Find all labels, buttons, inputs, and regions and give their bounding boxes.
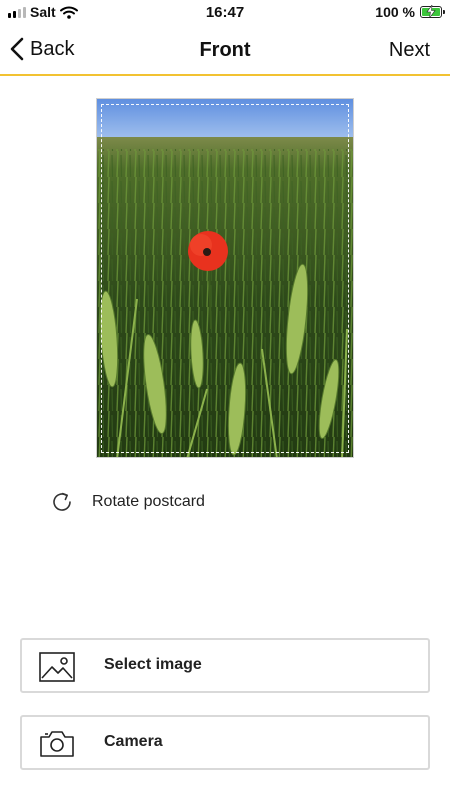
- select-image-button[interactable]: Select image: [20, 638, 430, 693]
- image-icon: [39, 652, 75, 682]
- postcard-photo[interactable]: [96, 98, 354, 458]
- rotate-postcard-button[interactable]: Rotate postcard: [50, 490, 205, 514]
- select-image-label: Select image: [104, 656, 202, 673]
- rotate-postcard-label: Rotate postcard: [92, 493, 205, 510]
- status-bar: Salt 16:47 100 %: [0, 0, 450, 26]
- camera-label: Camera: [104, 733, 163, 750]
- photo-image: [97, 99, 353, 457]
- next-button[interactable]: Next: [389, 39, 430, 62]
- rotate-icon: [53, 492, 71, 511]
- battery-group: 100 %: [375, 4, 445, 20]
- camera-button[interactable]: Camera: [20, 715, 430, 770]
- camera-icon: [40, 731, 74, 757]
- navigation-bar: Back Front Next: [0, 26, 450, 76]
- page-title: Front: [199, 39, 251, 61]
- battery-icon: [420, 5, 445, 18]
- battery-percent: 100 %: [375, 4, 415, 20]
